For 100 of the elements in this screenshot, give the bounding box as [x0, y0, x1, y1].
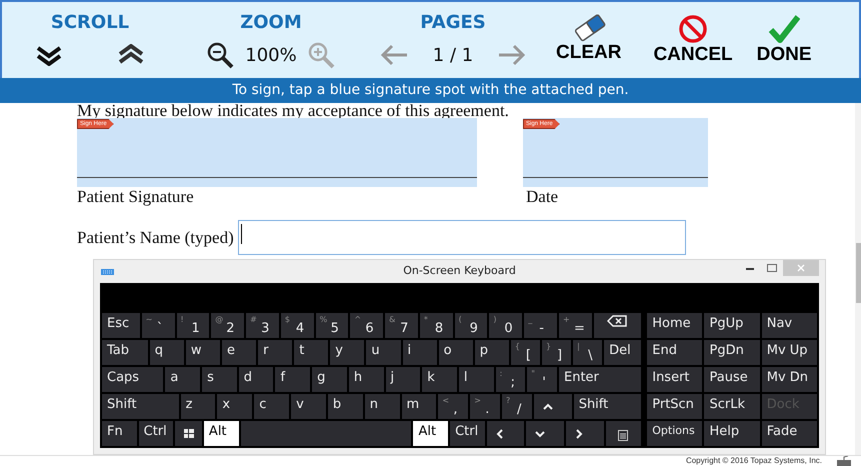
- keyboard-key[interactable]: Caps: [102, 367, 164, 392]
- keyboard-key[interactable]: ! 1: [176, 313, 210, 338]
- keyboard-key[interactable]: h: [348, 367, 384, 392]
- keyboard-key[interactable]: q: [150, 340, 184, 365]
- scroll-down-button[interactable]: [35, 44, 63, 66]
- keyboard-key[interactable]: Alt: [413, 421, 448, 446]
- keyboard-key[interactable]: * 8: [420, 313, 453, 338]
- toolbar-group-title: ZOOM: [240, 12, 302, 34]
- keyboard-key[interactable]: a: [165, 367, 200, 392]
- keyboard-key[interactable]: n: [364, 394, 400, 419]
- keyboard-key[interactable]: Del: [604, 340, 642, 365]
- keyboard-key[interactable]: Insert: [647, 367, 702, 392]
- chevron-up-icon: [542, 402, 554, 412]
- keyboard-key[interactable]: [534, 394, 572, 419]
- done-button[interactable]: DONE: [756, 14, 812, 78]
- keyboard-key[interactable]: Shift: [102, 394, 179, 419]
- scroll-up-button[interactable]: [117, 44, 145, 66]
- keyboard-key[interactable]: _ -: [524, 313, 557, 338]
- keyboard-key[interactable]: b: [328, 394, 363, 419]
- keyboard-key[interactable]: l: [458, 367, 494, 392]
- keyboard-key[interactable]: Help: [704, 421, 760, 446]
- keyboard-key[interactable]: r: [258, 340, 292, 365]
- keyboard-key[interactable]: x: [217, 394, 252, 419]
- keyboard-key[interactable]: i: [402, 340, 437, 365]
- keyboard-key[interactable]: Home: [647, 313, 702, 338]
- keyboard-key[interactable]: [486, 421, 524, 446]
- keyboard-key[interactable]: ^ 6: [350, 313, 384, 338]
- instruction-banner: To sign, tap a blue signature spot with the attached pen.: [0, 78, 861, 103]
- keyboard-key[interactable]: ~ `: [142, 313, 175, 338]
- keyboard-key[interactable]: y: [330, 340, 364, 365]
- keyboard-key[interactable]: & 7: [385, 313, 418, 338]
- keyboard-key[interactable]: | \: [573, 340, 602, 365]
- keyboard-key[interactable]: % 5: [316, 313, 348, 338]
- keyboard-key[interactable]: Nav: [762, 313, 817, 338]
- keyboard-key[interactable]: [175, 421, 202, 446]
- keyboard-key[interactable]: Mv Dn: [762, 367, 817, 392]
- check-mark-icon: [768, 14, 800, 44]
- keyboard-key[interactable]: Ctrl: [138, 421, 174, 446]
- keyboard-key[interactable]: { [: [510, 340, 540, 365]
- scrollbar[interactable]: [855, 103, 861, 455]
- keyboard-key[interactable]: [594, 313, 642, 338]
- keyboard-key[interactable]: m: [402, 394, 436, 419]
- toolbar-group-title: PAGES: [420, 12, 486, 34]
- keyboard-key[interactable]: PrtScn: [647, 394, 702, 419]
- keyboard-key[interactable]: : ;: [496, 367, 526, 392]
- keyboard-key[interactable]: w: [186, 340, 220, 365]
- copyright-text: Copyright © 2016 Topaz Systems, Inc.: [686, 456, 822, 466]
- maximize-icon: [767, 264, 777, 272]
- keyboard-icon: [836, 456, 852, 466]
- keyboard-key[interactable]: # 3: [246, 313, 279, 338]
- cancel-button[interactable]: CANCEL: [653, 14, 733, 78]
- keyboard-key[interactable]: ScrLk: [704, 394, 760, 419]
- keyboard-key[interactable]: [566, 421, 604, 446]
- keyboard-key[interactable]: Tab: [102, 340, 148, 365]
- keyboard-key[interactable]: g: [312, 367, 347, 392]
- name-input-field[interactable]: [238, 220, 686, 255]
- keyboard-key[interactable]: o: [438, 340, 473, 365]
- keyboard-key[interactable]: k: [422, 367, 457, 392]
- zoom-out-button[interactable]: [207, 42, 234, 68]
- keyboard-key[interactable]: > .: [470, 394, 500, 419]
- keyboard-key[interactable]: Fade: [762, 421, 817, 446]
- agreement-text: My signature below indicates my acceptance of this agreement.: [77, 103, 510, 118]
- signature-caption: Patient Signature: [77, 188, 195, 206]
- keyboard-key[interactable]: c: [254, 394, 290, 419]
- keyboard-key[interactable]: + =: [558, 313, 592, 338]
- keyboard-key[interactable]: j: [386, 367, 420, 392]
- keyboard-key[interactable]: Ctrl: [450, 421, 485, 446]
- clear-button[interactable]: CLEAR: [556, 14, 622, 78]
- keyboard-key[interactable]: p: [474, 340, 509, 365]
- keyboard-key[interactable]: ( 9: [454, 313, 488, 338]
- keyboard-key[interactable]: Fn: [102, 421, 137, 446]
- keyboard-key[interactable]: f: [275, 367, 310, 392]
- keyboard-key[interactable]: End: [647, 340, 702, 365]
- keyboard-key[interactable]: } ]: [542, 340, 572, 365]
- keyboard-key[interactable]: Shift: [574, 394, 642, 419]
- keyboard-key[interactable]: [606, 421, 642, 446]
- keyboard-key[interactable]: z: [180, 394, 216, 419]
- keyboard-key[interactable]: Pause: [704, 367, 760, 392]
- keyboard-key[interactable]: t: [294, 340, 328, 365]
- keyboard-key[interactable]: [526, 421, 564, 446]
- keyboard-key[interactable]: v: [291, 394, 326, 419]
- keyboard-key[interactable]: @ 2: [211, 313, 244, 338]
- keyboard-key[interactable]: ) 0: [489, 313, 522, 338]
- keyboard-key[interactable]: PgUp: [704, 313, 760, 338]
- keyboard-key[interactable]: Alt: [204, 421, 239, 446]
- keyboard-key[interactable]: ? /: [502, 394, 532, 419]
- keyboard-key[interactable]: $ 4: [280, 313, 314, 338]
- keyboard-key[interactable]: Enter: [558, 367, 642, 392]
- keyboard-key[interactable]: e: [222, 340, 256, 365]
- keyboard-key[interactable]: s: [202, 367, 237, 392]
- menu-key-icon: [618, 430, 628, 441]
- keyboard-key[interactable]: Esc: [102, 313, 140, 338]
- keyboard-key[interactable]: u: [366, 340, 401, 365]
- keyboard-key[interactable]: Options: [647, 421, 702, 446]
- windows-logo-icon: [184, 429, 194, 438]
- keyboard-key[interactable]: PgDn: [704, 340, 760, 365]
- keyboard-key[interactable]: d: [238, 367, 274, 392]
- keyboard-key[interactable]: " ': [527, 367, 557, 392]
- keyboard-key[interactable]: Mv Up: [762, 340, 817, 365]
- keyboard-key[interactable]: < ,: [438, 394, 468, 419]
